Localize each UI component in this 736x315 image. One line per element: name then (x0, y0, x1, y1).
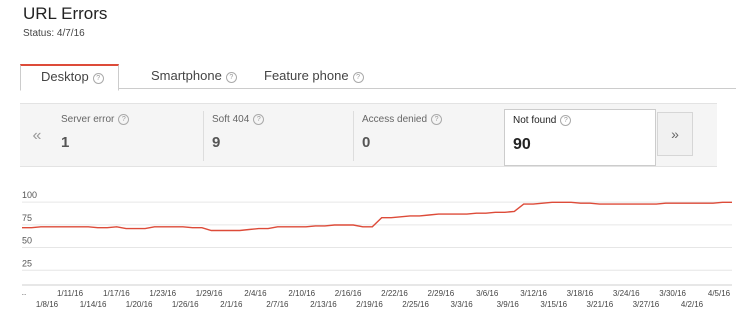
chart-grid (22, 201, 732, 286)
x-tick-label: 3/3/16 (451, 300, 474, 309)
series-line (22, 201, 732, 232)
x-tick-label: 2/29/16 (428, 289, 455, 298)
stat-value: 0 (362, 134, 371, 151)
x-tick-label: 1/23/16 (149, 289, 176, 298)
x-tick-label: 1/11/16 (57, 289, 84, 298)
x-tick-label: 2/19/16 (356, 300, 383, 309)
x-tick-label: 1/14/16 (80, 300, 107, 309)
x-tick-label: 3/9/16 (497, 300, 520, 309)
help-icon[interactable]: ? (118, 114, 130, 125)
error-type-panel: « Server error? 1 Soft 404? 9 Access den… (20, 103, 717, 167)
x-tick-label: 3/27/16 (633, 300, 660, 309)
prev-arrow-button[interactable]: « (22, 113, 52, 158)
x-tick-label: 2/10/16 (288, 289, 315, 298)
help-icon[interactable]: ? (431, 114, 443, 125)
stat-server-error[interactable]: Server error? 1 (53, 111, 201, 161)
tab-feature-phone[interactable]: Feature phone? (264, 64, 364, 88)
tab-desktop-label: Desktop (41, 69, 89, 84)
help-icon[interactable]: ? (225, 72, 237, 83)
x-tick-label: 3/18/16 (567, 289, 594, 298)
x-tick-label: 2/25/16 (402, 300, 429, 309)
help-icon[interactable]: ? (92, 73, 104, 84)
stat-access-denied[interactable]: Access denied? 0 (353, 111, 502, 161)
x-tick-label: 3/24/16 (613, 289, 640, 298)
x-tick-label: 4/2/16 (681, 300, 704, 309)
x-tick-label: 1/20/16 (126, 300, 153, 309)
x-tick-label: 4/5/16 (708, 289, 731, 298)
y-tick-label: 50 (22, 236, 32, 246)
x-axis-labels: .. 1/11/16 1/17/16 1/23/16 1/29/16 2/4/16 2/10… (22, 288, 731, 309)
x-tick-label: 1/17/16 (103, 289, 130, 298)
y-tick-label: 25 (22, 258, 32, 268)
tab-feature-phone-label: Feature phone (264, 68, 349, 83)
x-tick-label: 2/4/16 (244, 289, 267, 298)
help-icon[interactable]: ? (352, 72, 364, 83)
x-tick-label: 1/26/16 (172, 300, 199, 309)
x-tick-label: 1/8/16 (36, 300, 59, 309)
x-tick-label: 2/22/16 (381, 289, 408, 298)
x-tick-label: 2/13/16 (310, 300, 337, 309)
stat-not-found[interactable]: Not found? 90 (504, 109, 656, 166)
stat-value: 9 (212, 134, 221, 151)
stat-label: Server error? (61, 114, 130, 125)
not-found-chart: 100 75 50 25 .. 1/11/16 1/17/16 1/23/16 1/29/16… (22, 190, 732, 309)
stat-soft-404[interactable]: Soft 404? 9 (203, 111, 352, 161)
tab-smartphone-label: Smartphone (151, 68, 222, 83)
help-icon[interactable]: ? (253, 114, 265, 125)
x-tick-label: 3/6/16 (476, 289, 499, 298)
stat-label: Soft 404? (212, 114, 265, 125)
x-tick-label: .. (22, 288, 26, 297)
x-tick-label: 2/7/16 (266, 300, 289, 309)
stat-label: Not found? (513, 115, 572, 126)
stat-value: 1 (61, 134, 70, 151)
next-arrow-button[interactable]: » (657, 112, 693, 156)
y-tick-label: 75 (22, 213, 32, 223)
y-tick-label: 100 (22, 190, 37, 200)
x-tick-label: 2/1/16 (220, 300, 243, 309)
help-icon[interactable]: ? (560, 115, 572, 126)
x-tick-label: 1/29/16 (196, 289, 223, 298)
status-date: Status: 4/7/16 (23, 28, 85, 39)
x-tick-label: 3/15/16 (540, 300, 567, 309)
x-tick-label: 3/30/16 (659, 289, 686, 298)
x-tick-label: 2/16/16 (335, 289, 362, 298)
tab-smartphone[interactable]: Smartphone? (151, 64, 237, 88)
x-tick-label: 3/21/16 (587, 300, 614, 309)
x-tick-label: 3/12/16 (520, 289, 547, 298)
chart-series (22, 201, 732, 232)
page-title: URL Errors (23, 4, 108, 23)
stat-value: 90 (513, 136, 531, 153)
device-tabs: Desktop? Smartphone? Feature phone? (20, 64, 736, 91)
stat-label: Access denied? (362, 114, 443, 125)
tab-desktop[interactable]: Desktop? (20, 64, 119, 91)
